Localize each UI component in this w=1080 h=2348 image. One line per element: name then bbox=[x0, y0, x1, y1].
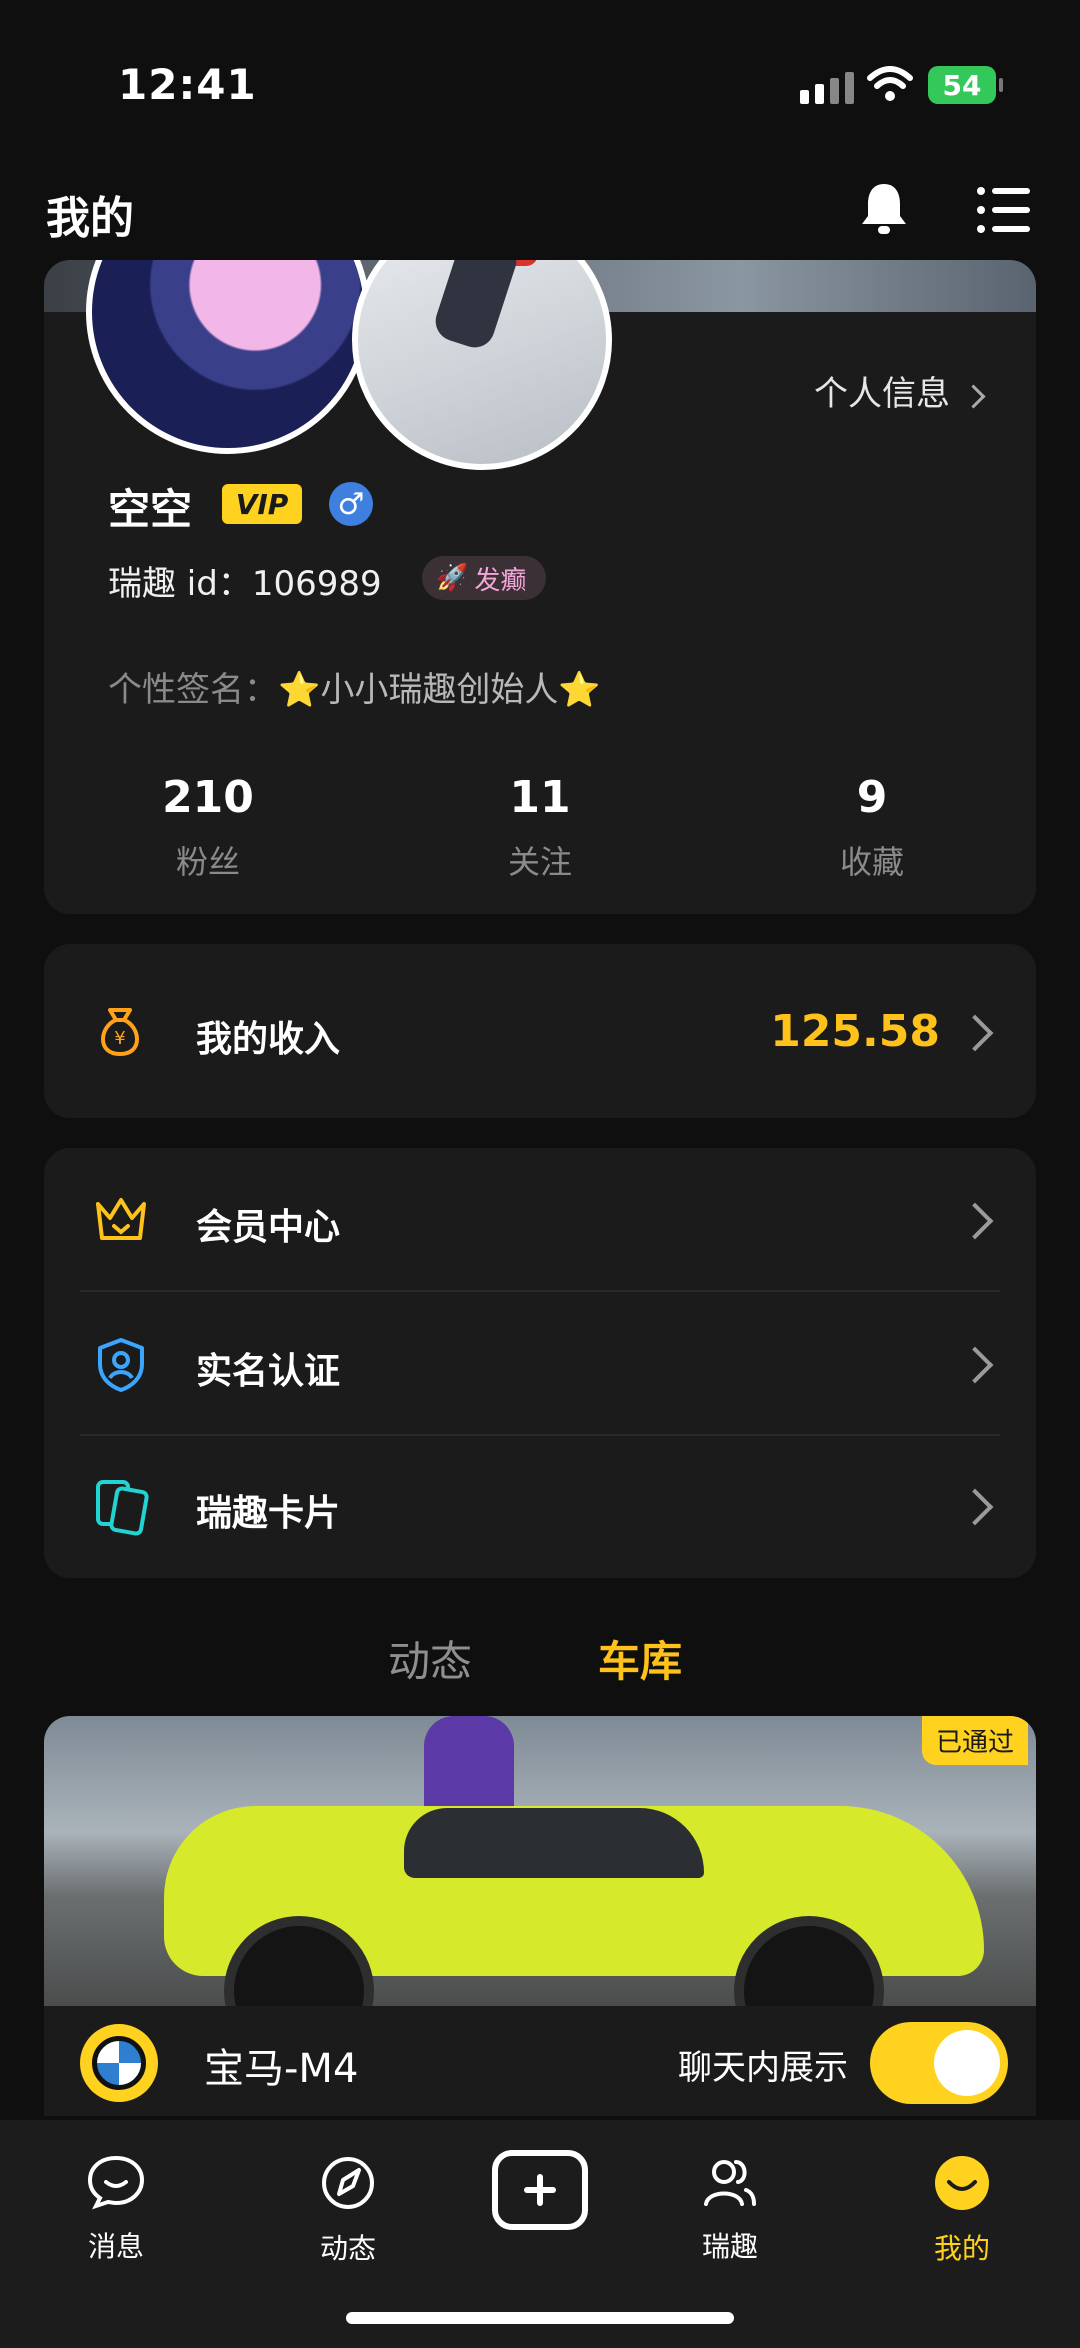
menu-item-label: 实名认证 bbox=[196, 1351, 341, 1392]
stat-followers[interactable]: 210 粉丝 bbox=[108, 772, 308, 883]
signature-label: 个性签名： bbox=[108, 670, 278, 710]
stat-favorites[interactable]: 9 收藏 bbox=[772, 772, 972, 883]
user-id-label: 瑞趣 id： bbox=[108, 564, 252, 604]
bmw-logo-icon bbox=[80, 2024, 158, 2102]
tabbar-ruiqu[interactable]: 瑞趣 bbox=[650, 2154, 810, 2265]
svg-text:¥: ¥ bbox=[114, 1028, 125, 1049]
stat-following[interactable]: 11 关注 bbox=[440, 772, 640, 883]
stat-value: 210 bbox=[162, 772, 254, 823]
income-row[interactable]: ¥ 我的收入 125.58 bbox=[44, 944, 1036, 1118]
stat-label: 关注 bbox=[507, 843, 572, 881]
battery-level: 54 bbox=[942, 68, 982, 102]
battery-indicator: 54 bbox=[928, 66, 1003, 104]
chat-display-label: 聊天内展示 bbox=[678, 2048, 848, 2088]
stat-value: 11 bbox=[509, 772, 571, 823]
smile-icon bbox=[935, 2156, 989, 2210]
group-icon bbox=[704, 2160, 756, 2206]
user-id: 瑞趣 id：106989 bbox=[108, 556, 382, 605]
stat-value: 9 bbox=[856, 772, 888, 823]
photo-figure-legs bbox=[430, 260, 522, 353]
chevron-right-icon bbox=[956, 1014, 994, 1052]
male-gender-icon: ♂ bbox=[329, 482, 373, 526]
personal-info-link[interactable]: 个人信息 bbox=[814, 366, 986, 415]
tabbar-me[interactable]: 我的 bbox=[882, 2154, 1042, 2267]
toggle-knob bbox=[934, 2030, 1000, 2096]
income-value: 125.58 bbox=[770, 1006, 940, 1057]
menu-item-label: 瑞趣卡片 bbox=[196, 1493, 341, 1534]
signature-value: ⭐小小瑞趣创始人⭐ bbox=[278, 670, 601, 710]
menu-item-cards[interactable]: 瑞趣卡片 bbox=[44, 1436, 1036, 1578]
car-info-bar: 宝马-M4 聊天内展示 bbox=[44, 2006, 1036, 2116]
menu-item-label: 会员中心 bbox=[196, 1207, 341, 1248]
status-time: 12:41 bbox=[118, 60, 257, 109]
chevron-right-icon bbox=[956, 1202, 994, 1240]
menu-item-membership[interactable]: 会员中心 bbox=[44, 1148, 1036, 1292]
secondary-avatar[interactable] bbox=[352, 260, 612, 470]
add-icon bbox=[524, 2174, 556, 2206]
chevron-right-icon bbox=[961, 384, 986, 409]
stat-label: 收藏 bbox=[839, 843, 904, 881]
approved-badge: 已通过 bbox=[921, 1716, 1028, 1765]
compass-icon bbox=[322, 2157, 374, 2209]
chat-display-toggle[interactable] bbox=[870, 2022, 1008, 2104]
car-photo: 已通过 bbox=[44, 1716, 1036, 2066]
bell-icon[interactable] bbox=[858, 180, 910, 236]
menu-icon[interactable] bbox=[976, 186, 1032, 234]
signature: 个性签名：⭐小小瑞趣创始人⭐ bbox=[108, 662, 601, 711]
home-indicator[interactable] bbox=[346, 2312, 734, 2324]
cellular-signal-icon bbox=[800, 72, 854, 104]
username: 空空 bbox=[108, 485, 193, 534]
tabbar-label: 我的 bbox=[933, 2232, 990, 2265]
add-post-button[interactable] bbox=[492, 2150, 588, 2230]
message-icon bbox=[87, 2155, 145, 2210]
settings-menu: 会员中心 实名认证 瑞趣卡片 bbox=[44, 1148, 1036, 1578]
money-bag-icon: ¥ bbox=[101, 1008, 139, 1057]
avatar[interactable] bbox=[86, 260, 370, 454]
tabbar-label: 消息 bbox=[87, 2230, 144, 2263]
status-tag[interactable]: 🚀 发癫 bbox=[422, 556, 547, 600]
user-id-value: 106989 bbox=[251, 564, 382, 604]
chevron-right-icon bbox=[956, 1488, 994, 1526]
vip-badge: VIP bbox=[222, 484, 302, 524]
menu-item-verification[interactable]: 实名认证 bbox=[44, 1292, 1036, 1436]
personal-info-label: 个人信息 bbox=[814, 374, 950, 414]
cards-icon bbox=[96, 1480, 149, 1536]
tabbar-feed[interactable]: 动态 bbox=[268, 2154, 428, 2267]
tabbar-messages[interactable]: 消息 bbox=[36, 2154, 196, 2265]
income-label: 我的收入 bbox=[196, 1019, 341, 1060]
car-name: 宝马-M4 bbox=[204, 2046, 359, 2092]
shield-user-icon bbox=[98, 1338, 144, 1392]
car-window-shape bbox=[404, 1808, 704, 1878]
tab-feed[interactable]: 动态 bbox=[388, 1628, 472, 1689]
car-card[interactable]: 已通过 宝马-M4 聊天内展示 bbox=[44, 1716, 1036, 2116]
tabbar-label: 瑞趣 bbox=[701, 2230, 758, 2263]
crown-icon bbox=[96, 1198, 146, 1240]
profile-card: 个人信息 空空 VIP ♂ 瑞趣 id：106989 🚀 发癫 个性签名：⭐小小… bbox=[44, 260, 1036, 914]
chevron-right-icon bbox=[956, 1346, 994, 1384]
wifi-icon bbox=[867, 66, 913, 101]
status-tag-label: 发癫 bbox=[474, 565, 527, 596]
tabbar-label: 动态 bbox=[319, 2232, 376, 2265]
page-title: 我的 bbox=[46, 193, 134, 244]
stat-label: 粉丝 bbox=[175, 843, 240, 881]
tab-garage[interactable]: 车库 bbox=[598, 1628, 682, 1689]
rocket-icon: 🚀 bbox=[436, 563, 469, 593]
